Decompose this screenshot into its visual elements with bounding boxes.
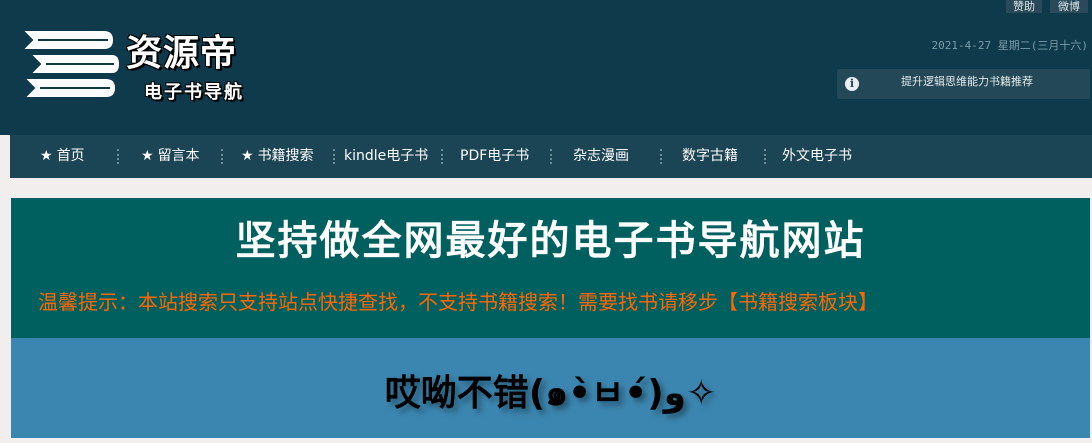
kaomoji-banner: 哎呦不错(๑•̀ㅂ•́)و✧ [11, 338, 1090, 438]
search-tip: 温馨提示：本站搜索只支持站点快捷查找，不支持书籍搜索！需要找书请移步【书籍搜索板… [38, 290, 878, 314]
books-logo-icon[interactable] [20, 26, 120, 102]
star-icon: ★ [141, 148, 154, 164]
nav-divider [333, 149, 337, 164]
nav-item-magazine-comics[interactable]: 杂志漫画 [573, 135, 629, 178]
sponsor-link[interactable]: 赞助 [1006, 0, 1042, 13]
slogan-title: 坚持做全网最好的电子书导航网站 [235, 217, 866, 264]
slogan-banner: 坚持做全网最好的电子书导航网站 温馨提示：本站搜索只支持站点快捷查找，不支持书籍… [11, 198, 1090, 338]
main-nav: ★ 首页 ★ 留言本 ★ 书籍搜索 kindle电子书 PDF电子书 杂志漫画 数字古… [10, 135, 1092, 178]
info-circle-icon: i [845, 77, 859, 91]
nav-divider [550, 149, 554, 164]
logo-subtitle[interactable]: 电子书导航 [144, 78, 244, 104]
nav-divider [441, 149, 445, 164]
kaomoji-text: 哎呦不错(๑•̀ㅂ•́)و✧ [384, 373, 717, 414]
nav-item-label: 留言本 [157, 148, 200, 164]
nav-item-foreign-ebooks[interactable]: 外文电子书 [782, 135, 852, 178]
nav-item-kindle[interactable]: kindle电子书 [344, 135, 428, 178]
nav-item-label: 书籍搜索 [257, 148, 314, 164]
weibo-link[interactable]: 微博 [1050, 0, 1088, 13]
nav-item-pdf[interactable]: PDF电子书 [460, 135, 529, 178]
nav-item-book-search[interactable]: ★ 书籍搜索 [241, 135, 314, 178]
nav-divider [221, 149, 225, 164]
nav-divider [764, 149, 768, 164]
nav-item-home[interactable]: ★ 首页 [40, 135, 85, 178]
nav-item-label: 首页 [56, 148, 85, 164]
date-display: 2021-4-27 星期二(三月十六) [931, 39, 1088, 52]
star-icon: ★ [40, 148, 53, 164]
nav-divider [117, 149, 121, 164]
logo-title[interactable]: 资源帝 [126, 24, 237, 76]
notice-text[interactable]: 提升逻辑思维能力书籍推荐 [901, 73, 1033, 89]
nav-divider [660, 149, 664, 164]
star-icon: ★ [241, 148, 254, 164]
nav-item-guestbook[interactable]: ★ 留言本 [141, 135, 200, 178]
site-header: 资源帝 电子书导航 赞助 微博 2021-4-27 星期二(三月十六) i 提升… [0, 0, 1092, 135]
notice-bar[interactable]: i 提升逻辑思维能力书籍推荐 [837, 69, 1090, 99]
nav-item-ancient-books[interactable]: 数字古籍 [682, 135, 738, 178]
